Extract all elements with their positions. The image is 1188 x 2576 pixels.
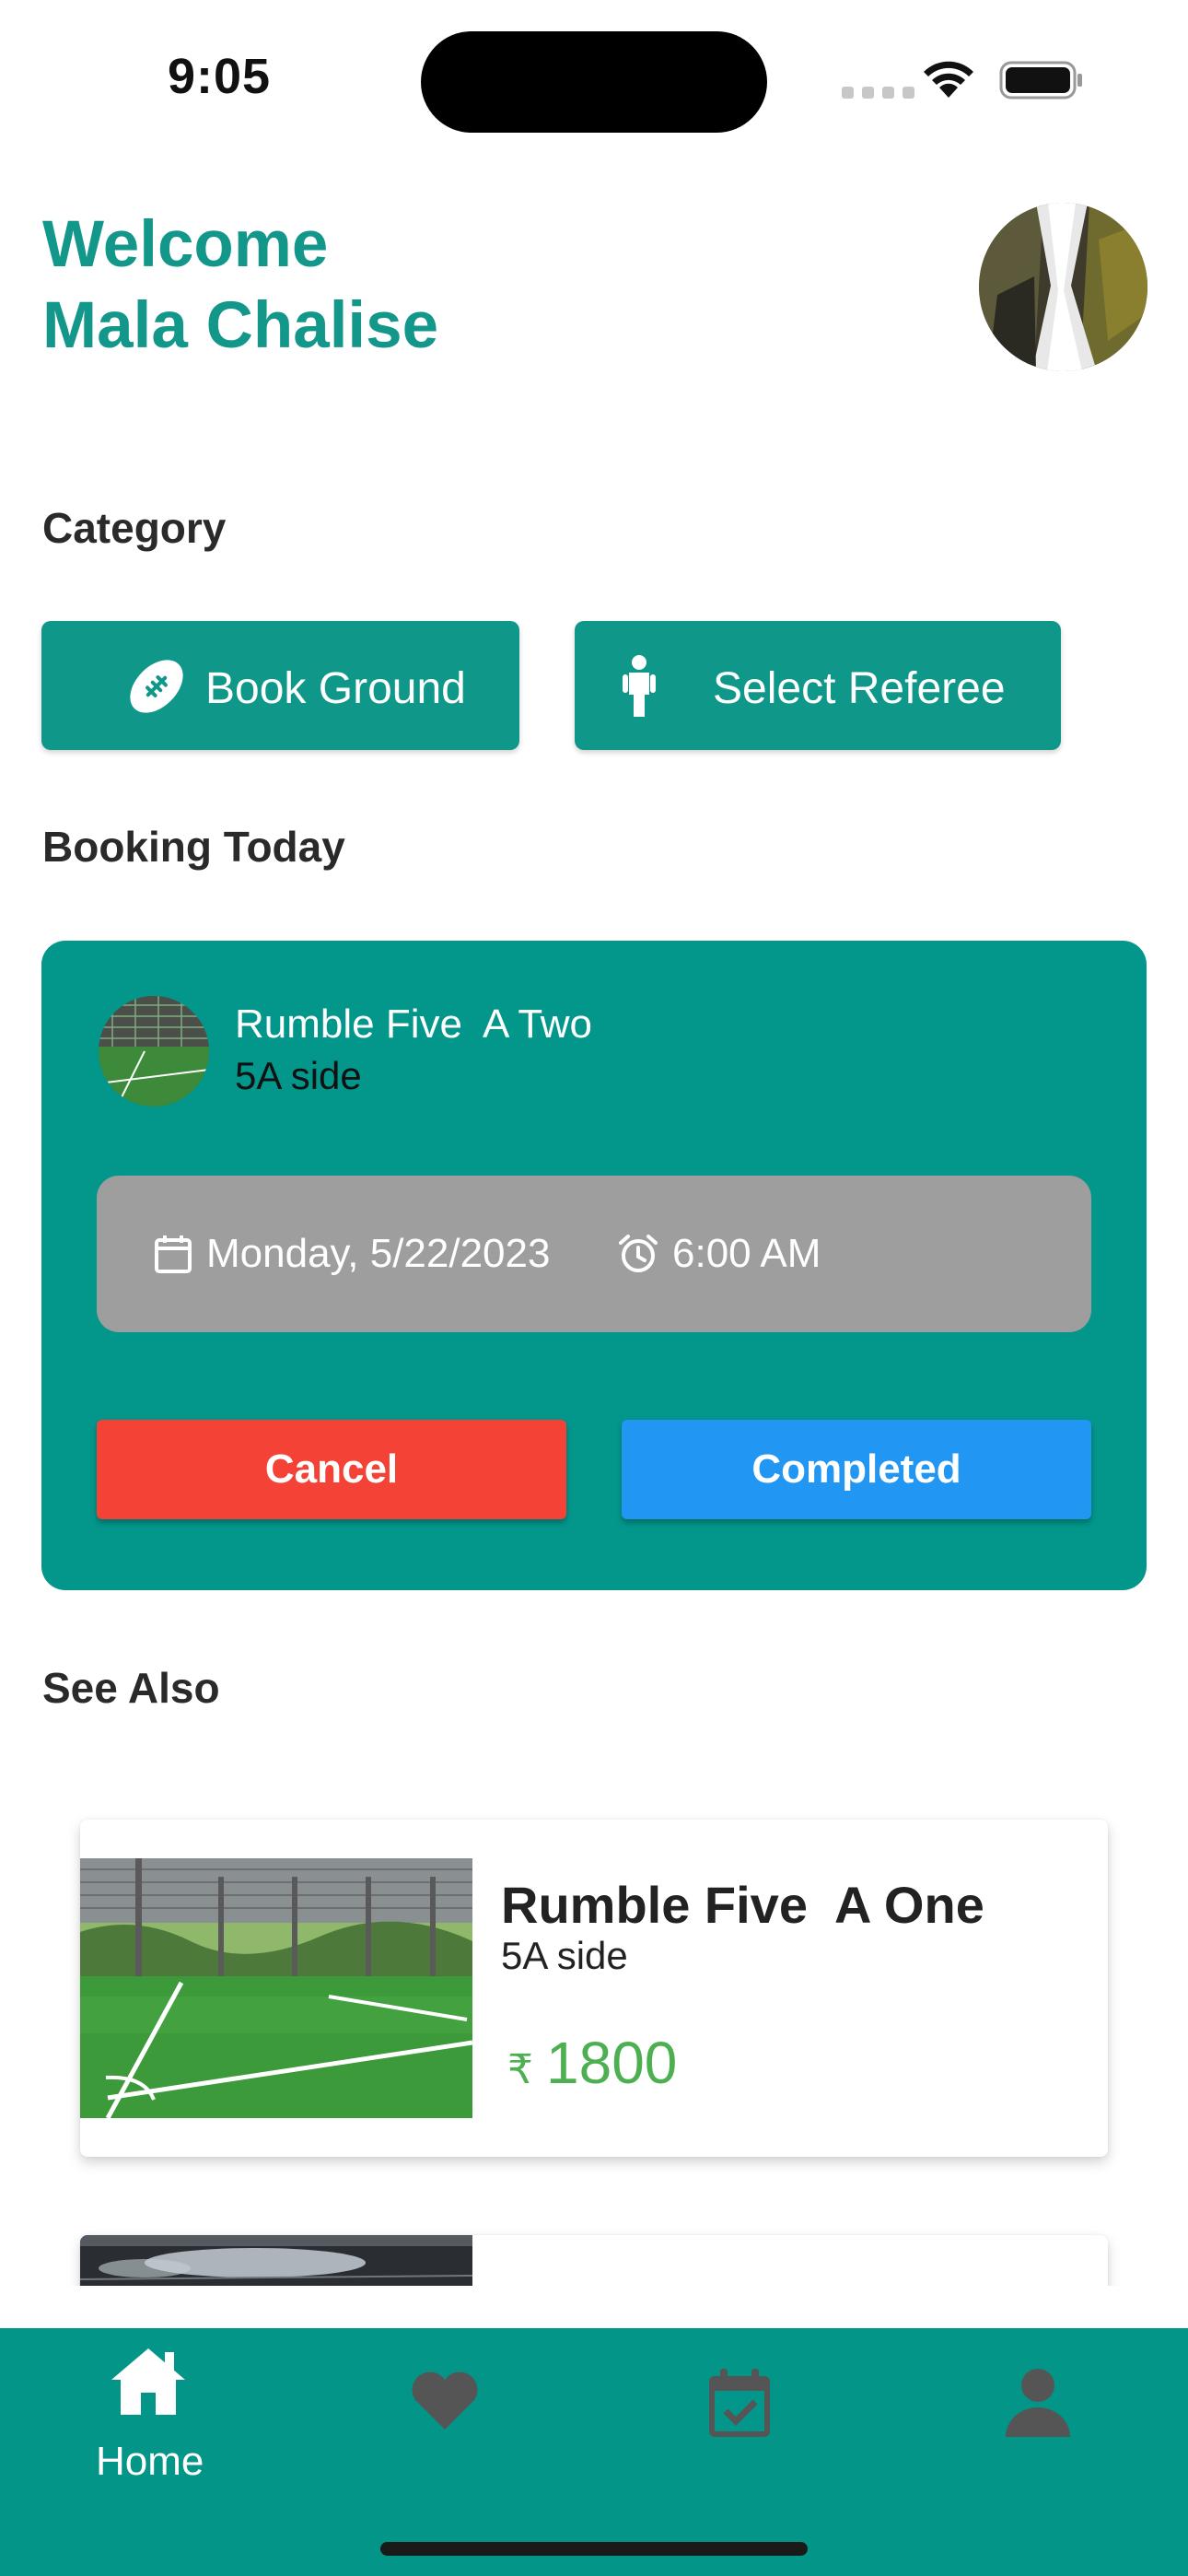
person-icon: [1006, 2369, 1070, 2437]
rupee-icon: ₹: [507, 2047, 533, 2092]
cancel-button[interactable]: Cancel: [97, 1420, 566, 1519]
completed-button[interactable]: Completed: [622, 1420, 1091, 1519]
heart-icon: [412, 2371, 478, 2430]
price-value: 1800: [546, 2030, 678, 2096]
wifi-icon: [924, 61, 973, 98]
list-clip: [0, 2286, 1188, 2328]
calendar-icon: [155, 1235, 192, 1273]
welcome-line: Welcome: [42, 208, 329, 281]
select-referee-button[interactable]: Select Referee: [575, 621, 1061, 750]
bottom-navigation: Home: [0, 2328, 1188, 2576]
home-indicator: [380, 2542, 808, 2556]
battery-icon: [999, 61, 1082, 100]
nav-home[interactable]: Home: [0, 2328, 297, 2494]
ground-type: 5A side: [501, 1934, 628, 1977]
booking-date: Monday, 5/22/2023: [206, 1231, 551, 1276]
see-also-title: See Also: [42, 1664, 220, 1712]
select-referee-label: Select Referee: [713, 664, 1006, 713]
ground-image: [80, 1858, 472, 2118]
booking-today-title: Booking Today: [42, 823, 345, 871]
book-ground-button[interactable]: Book Ground: [41, 621, 519, 750]
ground-name: Rumble Five A One: [501, 1876, 984, 1934]
user-name: Mala Chalise: [42, 289, 439, 362]
booking-card: Rumble Five A Two 5A side Monday, 5/22/2…: [41, 941, 1147, 1590]
booking-time: 6:00 AM: [672, 1231, 821, 1276]
venue-name: Rumble Five A Two: [235, 1001, 593, 1047]
booking-datetime-box: Monday, 5/22/2023 6:00 AM: [97, 1176, 1091, 1332]
dynamic-island: [421, 31, 767, 133]
nav-profile[interactable]: [890, 2328, 1188, 2494]
venue-thumbnail: [99, 996, 209, 1107]
welcome-heading: Welcome Mala Chalise: [42, 205, 438, 367]
status-time: 9:05: [168, 49, 272, 104]
category-title: Category: [42, 504, 227, 552]
ground-list-item[interactable]: Rumble Five A One 5A side ₹ 1800: [80, 1820, 1108, 2157]
nav-home-label: Home: [96, 2439, 204, 2484]
venue-type: 5A side: [235, 1054, 362, 1097]
ground-price: ₹ 1800: [507, 2029, 677, 2097]
calendar-check-icon: [709, 2369, 770, 2437]
football-icon: [130, 660, 183, 713]
person-icon: [623, 655, 656, 717]
nav-bookings[interactable]: [593, 2328, 890, 2494]
book-ground-label: Book Ground: [205, 664, 466, 713]
alarm-clock-icon: [619, 1235, 658, 1272]
nav-favorites[interactable]: [297, 2328, 593, 2494]
home-icon: [111, 2348, 185, 2415]
avatar[interactable]: [979, 203, 1147, 371]
cellular-signal-icon: [842, 87, 914, 99]
